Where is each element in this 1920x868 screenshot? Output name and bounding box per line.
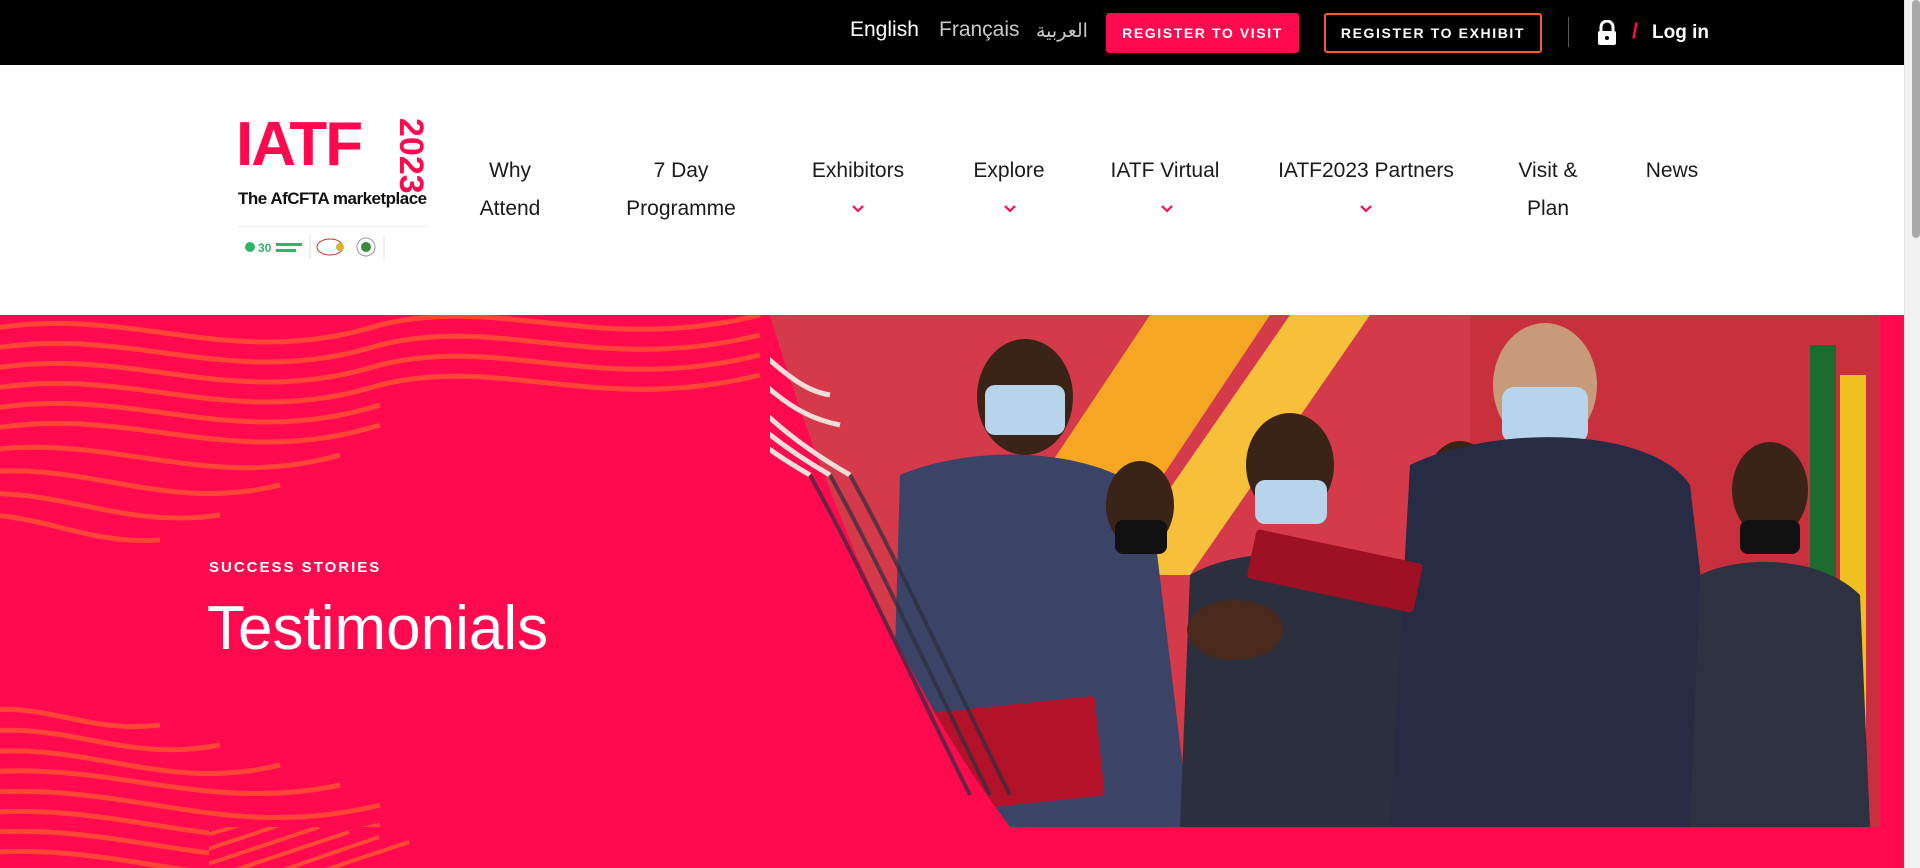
language-english-link[interactable]: English [850, 18, 919, 42]
nav-7-day-programme[interactable]: 7 Day Programme [621, 152, 741, 228]
svg-text:2023: 2023 [394, 118, 428, 194]
nav-iatf2023-partners[interactable]: IATF2023 Partners [1278, 152, 1454, 190]
register-to-exhibit-button[interactable]: REGISTER TO EXHIBIT [1324, 13, 1542, 53]
chevron-down-icon[interactable] [1359, 204, 1373, 213]
login-link[interactable]: Log in [1652, 22, 1709, 44]
svg-text:30: 30 [258, 241, 272, 255]
nav-explore[interactable]: Explore [969, 152, 1049, 190]
top-bar: English Français العربية REGISTER TO VIS… [0, 0, 1920, 65]
nav-iatf-virtual[interactable]: IATF Virtual [1109, 152, 1221, 190]
register-to-visit-button[interactable]: REGISTER TO VISIT [1106, 13, 1299, 53]
hero-title: Testimonials [207, 594, 549, 663]
hero-content-card [209, 827, 1703, 868]
iatf-logo[interactable]: IATF 2023 The AfCFTA marketplace 30 [236, 114, 432, 264]
chevron-down-icon[interactable] [851, 204, 865, 213]
hero-banner: SUCCESS STORIES Testimonials [0, 315, 1904, 868]
login-separator: / [1632, 20, 1638, 43]
hero-wave-pattern [0, 315, 761, 868]
language-french-link[interactable]: Français [939, 18, 1020, 42]
lock-icon[interactable] [1596, 20, 1618, 46]
scrollbar-thumb[interactable] [1912, 0, 1920, 238]
nav-exhibitors[interactable]: Exhibitors [808, 152, 908, 190]
hero-photo [770, 315, 1880, 827]
topbar-divider [1568, 17, 1569, 47]
chevron-down-icon[interactable] [1003, 204, 1017, 213]
hero-eyebrow: SUCCESS STORIES [209, 559, 382, 576]
nav-news[interactable]: News [1643, 152, 1701, 190]
logo-wordmark: IATF [236, 110, 363, 179]
nav-visit-plan[interactable]: Visit & Plan [1512, 152, 1584, 228]
logo-tagline: The AfCFTA marketplace [238, 189, 427, 208]
chevron-down-icon[interactable] [1160, 204, 1174, 213]
language-arabic-link[interactable]: العربية [1036, 20, 1088, 43]
card-wave-pattern [209, 827, 410, 868]
nav-why-attend[interactable]: Why Attend [478, 152, 542, 228]
partner-logos: 30 [238, 226, 428, 259]
